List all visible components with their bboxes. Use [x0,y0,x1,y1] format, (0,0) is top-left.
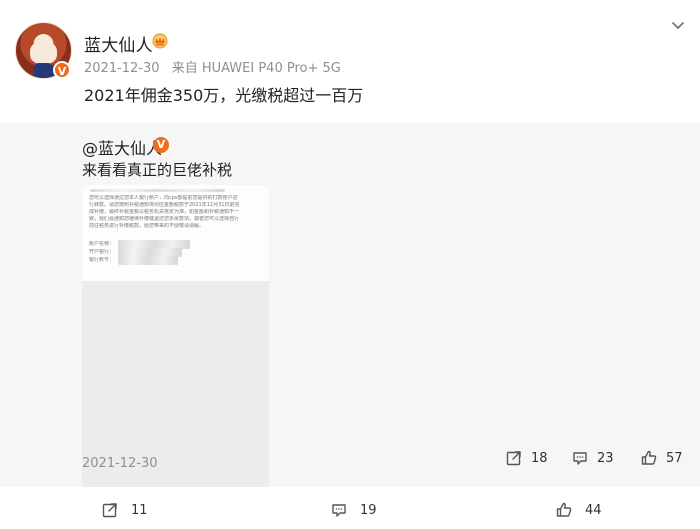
post-device: 来自 HUAWEI P40 Pro+ 5G [171,61,341,76]
crown-icon [152,33,168,49]
comment-count: 19 [360,502,377,518]
document-line: 前往税务进行补缴税款，给您带来的不便敬请谅解。 [89,223,205,229]
repost-card[interactable]: @蓝大仙人 V 来看看真正的巨佬补税 您可以选择通过您本人银行账户，向cps部提… [0,123,700,499]
chevron-down-icon[interactable] [671,18,685,32]
thumbs-up-icon [556,502,572,517]
repost-comment-count: 23 [597,450,614,466]
share-action[interactable]: 11 [101,501,148,519]
verified-badge: V [53,61,71,79]
post-date[interactable]: 2021-12-30 [84,61,160,76]
bottom-action-bar: 11 19 44 [0,487,700,529]
document-line: 致，我们会通知您继续补缴或退还您多余款项，或者您可以选择自行 [89,216,240,222]
share-icon [102,503,117,518]
document-redaction [118,256,178,265]
share-icon [506,451,521,466]
repost-comment-action[interactable]: 23 [571,449,614,467]
comment-icon [332,504,346,517]
document-preview: 您可以选择通过您本人银行账户，向cps部提前您提供的打款账户进 行转款。请您按照… [82,185,269,281]
like-action[interactable]: 44 [555,501,602,519]
repost-share-action[interactable]: 18 [505,449,548,467]
weibo-post-card: V 蓝大仙人 2021-12-30 来自 HUAWEI P40 Pro+ 5G … [0,0,700,529]
document-redaction [90,189,225,192]
repost-like-count: 57 [666,450,683,466]
document-line: 您可以选择通过您本人银行账户，向cps部提前您提供的打款账户进 [89,195,238,201]
comment-action[interactable]: 19 [330,501,377,519]
post-text: 2021年佣金350万，光缴税超过一百万 [84,86,364,105]
repost-text: 来看看真正的巨佬补税 [82,161,233,179]
attached-document-image[interactable]: 您可以选择通过您本人银行账户，向cps部提前您提供的打款账户进 行转款。请您按照… [82,185,269,499]
repost-share-count: 18 [531,450,548,466]
share-count: 11 [131,502,148,518]
repost-date[interactable]: 2021-12-30 [82,456,158,471]
post-meta: 2021-12-30 来自 HUAWEI P40 Pro+ 5G [84,57,341,76]
document-line: 行转款。请您按照补税通知将对应金额税款于2021年12月31日前完 [89,202,240,208]
like-count: 44 [585,502,602,518]
thumbs-up-icon [641,450,657,465]
document-line: 成补缴，最终补税金额以税务机关核定为准，如金额和补税通知不一 [89,209,240,215]
post-username[interactable]: 蓝大仙人 [84,31,153,56]
repost-author[interactable]: @蓝大仙人 [82,135,162,159]
comment-icon [573,452,587,465]
repost-like-action[interactable]: 57 [640,449,683,467]
repost-verified-badge: V [153,137,169,153]
